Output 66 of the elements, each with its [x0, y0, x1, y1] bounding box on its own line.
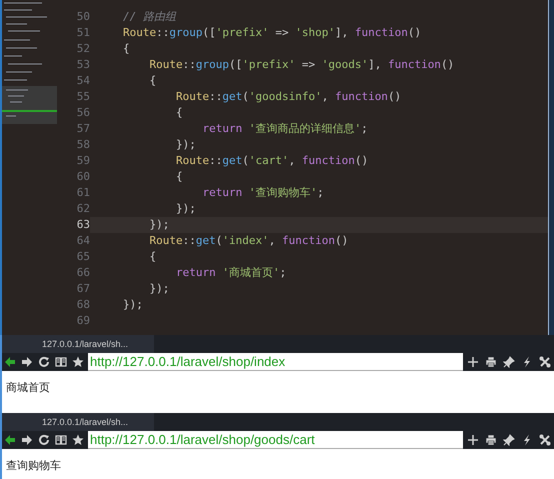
code-line: {: [148, 250, 156, 263]
pin-icon[interactable]: [503, 434, 515, 446]
line-number: 55: [76, 90, 90, 103]
address-field[interactable]: http://127.0.0.1/laravel/shop/goods/cart: [88, 431, 463, 449]
refresh-icon[interactable]: [38, 434, 50, 446]
scrollbar[interactable]: [548, 0, 554, 335]
code-line: {: [174, 170, 183, 183]
line-number: 64: [76, 234, 90, 247]
code-line: Route::group(['prefix' => 'shop'], function(): [123, 26, 422, 39]
line-number: 66: [76, 266, 90, 279]
forward-arrow-icon[interactable]: [21, 434, 33, 446]
plus-icon[interactable]: [467, 356, 479, 368]
refresh-icon[interactable]: [38, 356, 50, 368]
book-icon[interactable]: [55, 356, 67, 368]
code-line: {: [174, 106, 183, 119]
lightning-icon[interactable]: [521, 434, 533, 446]
line-number: 51: [76, 26, 90, 39]
code-line: });: [174, 138, 196, 151]
line-number: 53: [76, 58, 90, 71]
line-number: 67: [76, 282, 90, 295]
pin-icon[interactable]: [503, 356, 515, 368]
line-number: 59: [76, 154, 90, 167]
code-line: Route::group(['prefix' => 'goods'], function(): [148, 58, 454, 71]
line-number: 60: [76, 170, 90, 183]
code-line: Route::get('cart', function(): [174, 154, 368, 167]
code-line: return '查询购物车';: [201, 186, 324, 199]
code-line: return '商城首页';: [174, 266, 286, 279]
line-number: 58: [76, 138, 90, 151]
plus-icon[interactable]: [467, 434, 479, 446]
printer-icon[interactable]: [485, 356, 497, 368]
line-number: 61: [76, 186, 90, 199]
page-text: 商城首页: [6, 382, 50, 394]
code-line: Route::get('goodsinfo', function(): [174, 90, 402, 103]
line-number: 52: [76, 42, 90, 55]
code-line: {: [123, 42, 130, 55]
code-line: });: [174, 202, 196, 215]
back-arrow-icon[interactable]: [4, 356, 16, 368]
code-line: });: [148, 282, 170, 295]
browser-tab[interactable]: 127.0.0.1/laravel/sh...: [2, 413, 154, 431]
line-number: 50: [76, 10, 90, 23]
line-number: 65: [76, 250, 90, 263]
book-icon[interactable]: [55, 434, 67, 446]
code-line: });: [123, 298, 143, 311]
forward-arrow-icon[interactable]: [21, 356, 33, 368]
browser-tab[interactable]: 127.0.0.1/laravel/sh...: [2, 335, 154, 353]
line-number: 63: [76, 218, 90, 231]
line-number: 54: [76, 74, 90, 87]
line-number: 68: [76, 298, 90, 311]
line-number: 69: [76, 314, 90, 327]
address-field[interactable]: http://127.0.0.1/laravel/shop/index: [88, 353, 463, 371]
tools-icon[interactable]: [539, 434, 551, 446]
code-line: });: [148, 218, 170, 231]
star-icon[interactable]: [72, 356, 84, 368]
code-comment: // 路由组: [123, 10, 176, 23]
code-line: {: [148, 74, 156, 87]
line-number: 62: [76, 202, 90, 215]
star-icon[interactable]: [72, 434, 84, 446]
printer-icon[interactable]: [485, 434, 497, 446]
back-arrow-icon[interactable]: [4, 434, 16, 446]
tools-icon[interactable]: [539, 356, 551, 368]
page-text: 查询购物车: [6, 460, 61, 472]
code-line: Route::get('index', function(): [148, 234, 348, 247]
line-number: 56: [76, 106, 90, 119]
lightning-icon[interactable]: [521, 356, 533, 368]
line-number: 57: [76, 122, 90, 135]
code-line: return '查询商品的详细信息';: [201, 122, 368, 135]
